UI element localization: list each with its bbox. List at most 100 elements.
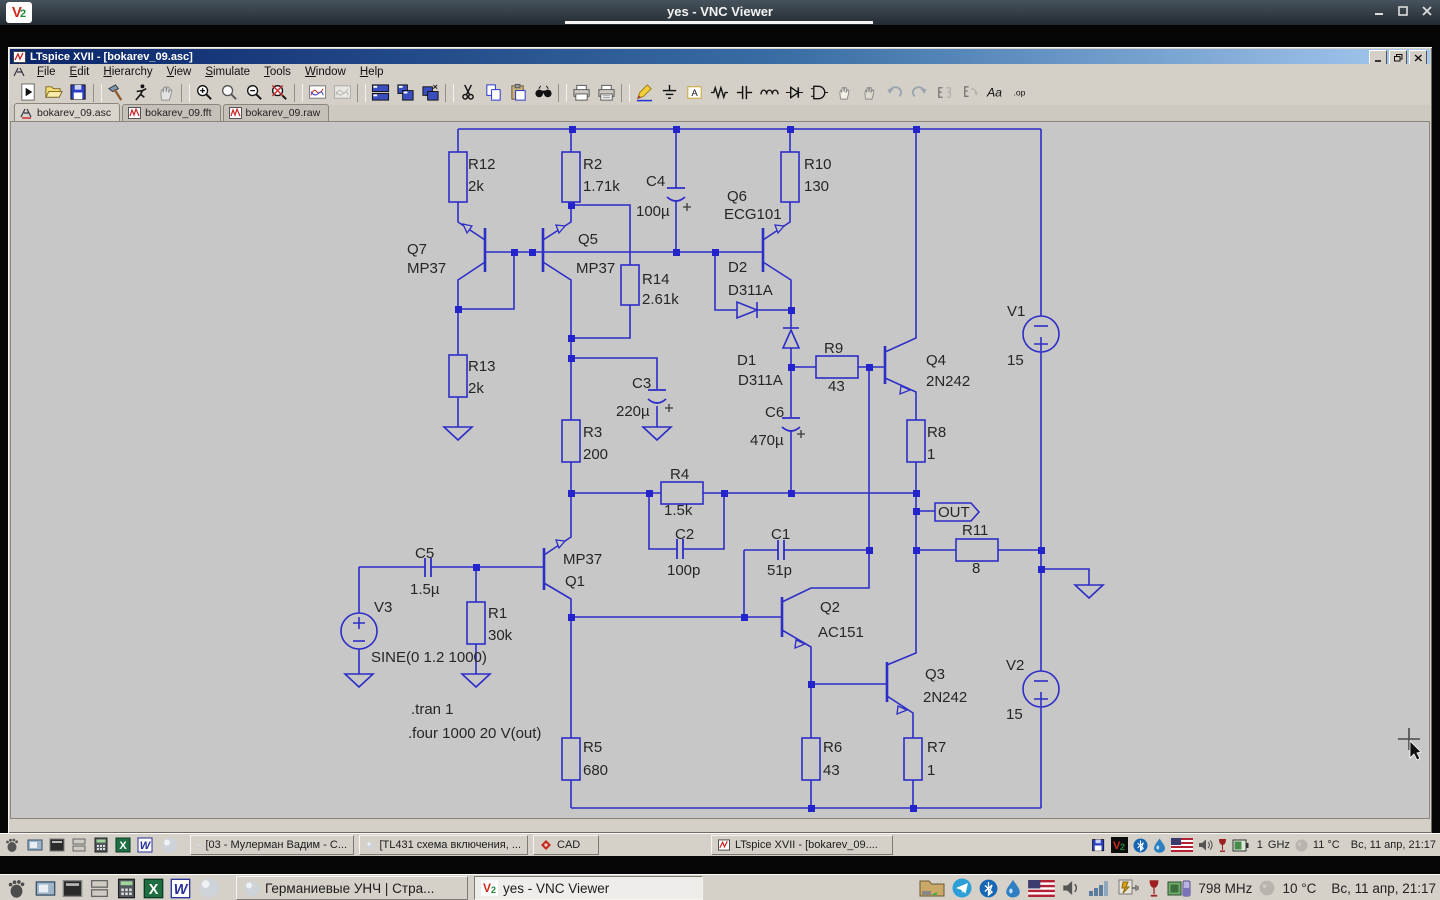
wine-tray-icon[interactable]	[1148, 879, 1160, 898]
screenshot-launcher-icon[interactable]	[32, 878, 59, 899]
tile-horizontal-button[interactable]	[368, 82, 393, 103]
file-manager-launcher-icon[interactable]	[68, 837, 90, 853]
menu-edit[interactable]: Edit	[63, 65, 97, 79]
clock[interactable]: Вс, 11 апр, 21:17	[1351, 839, 1436, 851]
excel-launcher-icon[interactable]: X	[112, 837, 134, 853]
autorange-plot-button[interactable]	[305, 82, 330, 103]
word-launcher-icon[interactable]: W	[134, 837, 156, 853]
menu-simulate[interactable]: Simulate	[198, 65, 257, 79]
globe-launcher-icon[interactable]	[194, 877, 224, 899]
excel-launcher-icon[interactable]: X	[140, 878, 167, 899]
component-tool-button[interactable]	[807, 82, 832, 103]
wire-tool-button[interactable]	[632, 82, 657, 103]
out-net-flag[interactable]: OUT	[934, 502, 981, 522]
mirror-tool-button[interactable]	[932, 82, 957, 103]
start-foot-icon[interactable]	[0, 878, 32, 899]
print-button[interactable]	[569, 82, 594, 103]
vnc-maximize-button[interactable]	[1396, 4, 1410, 18]
save-tray-icon[interactable]	[1091, 838, 1106, 853]
taskbar-window-vnc[interactable]: V2 yes - VNC Viewer	[474, 876, 703, 900]
globe-launcher-icon[interactable]	[156, 837, 182, 854]
battery-tray-icon[interactable]	[1232, 838, 1252, 853]
signal-tray-icon[interactable]	[1088, 879, 1110, 897]
text-tool-button[interactable]: Aa	[982, 82, 1007, 103]
rotate-tool-button[interactable]	[957, 82, 982, 103]
move-tool-button[interactable]	[832, 82, 857, 103]
ground-tool-button[interactable]	[657, 82, 682, 103]
diode-tool-button[interactable]	[782, 82, 807, 103]
terminal-launcher-icon[interactable]	[46, 837, 68, 853]
tab-fft[interactable]: bokarev_09.fft	[122, 104, 221, 121]
zoom-box-button[interactable]	[217, 82, 242, 103]
zoom-out-button[interactable]	[242, 82, 267, 103]
telegram-tray-icon[interactable]	[952, 878, 972, 898]
clock[interactable]: Вс, 11 апр, 21:17	[1331, 881, 1436, 896]
us-flag-tray-icon[interactable]	[1170, 838, 1193, 852]
ltspice-restore-button[interactable]	[1389, 50, 1407, 65]
schematic-canvas[interactable]: OUT R12 2k R2 1.71k C4 100µ R10 130 Q6 ECG101…	[10, 121, 1430, 819]
file-manager-launcher-icon[interactable]	[86, 878, 113, 899]
volume-tray-icon[interactable]	[1198, 838, 1213, 852]
menu-view[interactable]: View	[160, 65, 199, 79]
menu-window[interactable]: Window	[298, 65, 353, 79]
control-panel-button[interactable]	[104, 82, 129, 103]
zoom-in-button[interactable]	[192, 82, 217, 103]
screenshot-launcher-icon[interactable]	[24, 837, 46, 853]
tile-vertical-button[interactable]	[393, 82, 418, 103]
inductor-tool-button[interactable]	[757, 82, 782, 103]
spice-directive-button[interactable]: .op	[1007, 82, 1032, 103]
menu-file[interactable]: File	[30, 65, 63, 79]
calculator-launcher-icon[interactable]	[113, 878, 140, 899]
cut-button[interactable]	[456, 82, 481, 103]
zoom-extents-button[interactable]	[267, 82, 292, 103]
open-button[interactable]	[41, 82, 66, 103]
label-tool-button[interactable]: A	[682, 82, 707, 103]
volume-tray-icon[interactable]	[1062, 879, 1081, 897]
calculator-launcher-icon[interactable]	[90, 837, 112, 853]
taskbar-window-cad[interactable]: CAD	[533, 835, 599, 855]
tab-schematic[interactable]: bokarev_09.asc	[14, 103, 121, 121]
cascade-windows-button[interactable]	[418, 82, 443, 103]
run-button[interactable]	[16, 82, 41, 103]
vnc-tray-icon[interactable]: V2	[1110, 837, 1128, 853]
ltspice-close-button[interactable]	[1409, 50, 1427, 65]
copy-button[interactable]	[481, 82, 506, 103]
redo-button[interactable]	[907, 82, 932, 103]
undo-button[interactable]	[882, 82, 907, 103]
ltspice-minimize-button[interactable]	[1369, 50, 1387, 65]
taskbar-window-ltspice[interactable]: LTspice XVII - [bokarev_09....	[711, 835, 893, 855]
wine-tray-icon[interactable]	[1218, 838, 1227, 853]
save-button[interactable]	[66, 82, 91, 103]
taskbar-window-browser[interactable]: Германиевые УНЧ | Стра...	[236, 876, 468, 900]
word-launcher-icon[interactable]: W	[167, 878, 194, 899]
print-setup-button[interactable]	[594, 82, 619, 103]
run-man-button[interactable]	[129, 82, 154, 103]
directive-four[interactable]: .four 1000 20 V(out)	[408, 725, 541, 742]
folder-tray-icon[interactable]	[919, 878, 945, 898]
vnc-close-button[interactable]	[1420, 4, 1434, 18]
paste-button[interactable]	[506, 82, 531, 103]
terminal-launcher-icon[interactable]	[59, 878, 86, 899]
menu-help[interactable]: Help	[353, 65, 391, 79]
water-drop-tray-icon[interactable]	[1153, 838, 1166, 853]
drag-tool-button[interactable]	[857, 82, 882, 103]
resistor-tool-button[interactable]	[707, 82, 732, 103]
us-flag-tray-icon[interactable]	[1028, 879, 1056, 897]
taskbar-window-document[interactable]: [03 - Мулерман Вадим - С...	[190, 835, 354, 855]
menu-hierarchy[interactable]: Hierarchy	[96, 65, 159, 79]
halt-button[interactable]	[154, 82, 179, 103]
water-drop-tray-icon[interactable]	[1005, 879, 1021, 898]
directive-tran[interactable]: .tran 1	[411, 701, 454, 718]
schematic[interactable]: OUT R12 2k R2 1.71k C4 100µ R10 130 Q6ECG101…	[11, 122, 1431, 822]
menu-tools[interactable]: Tools	[257, 65, 298, 79]
start-foot-icon[interactable]	[0, 837, 24, 853]
vnc-minimize-button[interactable]	[1372, 4, 1386, 18]
capacitor-tool-button[interactable]	[732, 82, 757, 103]
taskbar-window-tl431[interactable]: [TL431 схема включения, ...	[359, 835, 528, 855]
find-button[interactable]	[531, 82, 556, 103]
power-plug-tray-icon[interactable]	[1117, 878, 1141, 898]
bluetooth-tray-icon[interactable]	[1133, 837, 1148, 853]
tab-raw[interactable]: bokarev_09.raw	[222, 104, 330, 121]
plot-settings-button[interactable]	[330, 82, 355, 103]
bluetooth-tray-icon[interactable]	[979, 879, 998, 898]
